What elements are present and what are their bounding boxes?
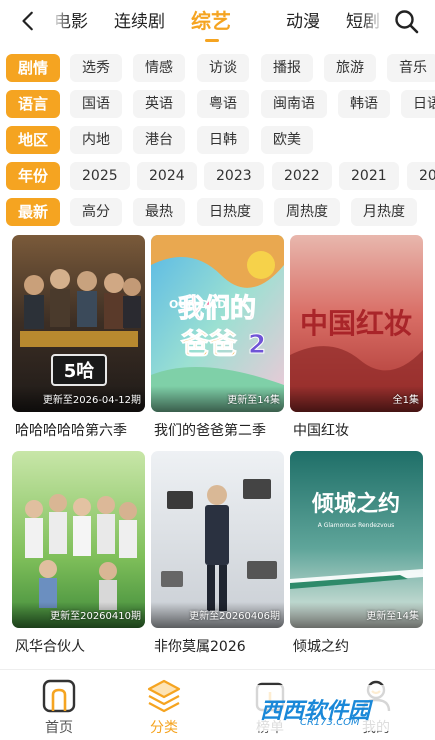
- filter-option[interactable]: 粤语: [197, 90, 249, 118]
- show-card[interactable]: 中国红妆 全1集 中国红妆: [290, 235, 423, 439]
- show-title[interactable]: 倾城之约: [293, 636, 349, 656]
- show-poster[interactable]: 5哈 更新至2026-04-12期: [12, 235, 145, 412]
- update-badge: 更新至14集: [227, 395, 280, 406]
- show-title[interactable]: 风华合伙人: [15, 636, 85, 656]
- show-poster[interactable]: 中国红妆 全1集: [290, 235, 423, 412]
- poster-title-art: 倾城之约: [311, 491, 400, 517]
- filter-option[interactable]: 国语: [70, 90, 122, 118]
- filter-row-region: 地区 内地 港台 日韩 欧美: [0, 125, 435, 157]
- update-badge: 更新至20260406期: [189, 611, 280, 622]
- update-badge: 全1集: [392, 395, 419, 406]
- show-card[interactable]: OUR DAD 我们的 爸爸 2 更新至14集 我们的爸爸第二季: [151, 235, 284, 439]
- filter-option[interactable]: 旅游: [324, 54, 376, 82]
- show-card[interactable]: 5哈 更新至2026-04-12期 哈哈哈哈哈第六季: [12, 235, 145, 439]
- show-card[interactable]: 更新至20260406期 非你莫属2026: [151, 451, 284, 655]
- show-card[interactable]: 倾城之约 A Glamorous Rendezvous 更新至14集 倾城之约: [290, 451, 423, 655]
- tabs-fade-right: [362, 0, 384, 44]
- filter-option[interactable]: 2020: [407, 162, 435, 190]
- filter-option[interactable]: 访谈: [197, 54, 249, 82]
- filter-option[interactable]: 日韩: [197, 126, 249, 154]
- show-poster[interactable]: 倾城之约 A Glamorous Rendezvous 更新至14集: [290, 451, 423, 628]
- filter-label-genre[interactable]: 剧情: [6, 54, 60, 82]
- back-arrow-icon: [22, 11, 33, 31]
- tab-series[interactable]: 连续剧: [114, 11, 165, 33]
- poster-title-art: 中国红妆: [300, 307, 412, 340]
- filter-option[interactable]: 内地: [70, 126, 122, 154]
- poster-title-line2: 爸爸: [180, 327, 237, 360]
- filter-option[interactable]: 2021: [339, 162, 399, 190]
- filter-option[interactable]: 高分: [70, 198, 122, 226]
- filter-option[interactable]: 韩语: [338, 90, 390, 118]
- update-badge: 更新至14集: [366, 611, 419, 622]
- filter-option[interactable]: 2025: [70, 162, 130, 190]
- poster-subtitle-art: A Glamorous Rendezvous: [318, 522, 395, 529]
- filter-label-sort[interactable]: 最新: [6, 198, 60, 226]
- filter-option[interactable]: 港台: [133, 126, 185, 154]
- nav-category-label: 分类: [150, 720, 178, 736]
- show-title[interactable]: 中国红妆: [293, 420, 349, 440]
- home-icon: [42, 679, 76, 713]
- nav-home-label: 首页: [45, 720, 73, 736]
- filter-label-year[interactable]: 年份: [6, 162, 60, 190]
- filter-option[interactable]: 最热: [133, 198, 185, 226]
- filter-option[interactable]: 音乐: [387, 54, 435, 82]
- nav-home[interactable]: 首页: [14, 670, 104, 740]
- poster-title-num: 2: [248, 330, 266, 360]
- watermark-subtext: CR173.COM: [300, 717, 360, 728]
- filter-option[interactable]: 2022: [272, 162, 332, 190]
- back-button[interactable]: [18, 8, 48, 36]
- top-bar: 电影 连续剧 综艺 动漫 短剧 纪: [0, 0, 435, 44]
- poster-title-line1: 我们的: [178, 293, 256, 324]
- category-layers-icon: [147, 679, 181, 713]
- show-poster[interactable]: 更新至20260410期: [12, 451, 145, 628]
- show-title[interactable]: 哈哈哈哈哈第六季: [15, 420, 127, 440]
- filter-row-year: 年份 2025 2024 2023 2022 2021 2020: [0, 161, 435, 193]
- show-poster[interactable]: 更新至20260406期: [151, 451, 284, 628]
- show-title[interactable]: 非你莫属2026: [154, 636, 246, 656]
- filter-option[interactable]: 闽南语: [261, 90, 327, 118]
- filter-row-language: 语言 国语 英语 粤语 闽南语 韩语 日语: [0, 89, 435, 121]
- filter-label-language[interactable]: 语言: [6, 90, 60, 118]
- tab-anime[interactable]: 动漫: [286, 11, 320, 33]
- tab-variety[interactable]: 综艺: [191, 8, 231, 34]
- show-card[interactable]: 更新至20260410期 风华合伙人: [12, 451, 145, 655]
- active-tab-indicator: [205, 39, 219, 42]
- filter-option[interactable]: 2023: [204, 162, 264, 190]
- filter-option[interactable]: 日语: [401, 90, 435, 118]
- search-icon: [395, 10, 419, 34]
- show-poster[interactable]: OUR DAD 我们的 爸爸 2 更新至14集: [151, 235, 284, 412]
- filter-option[interactable]: 欧美: [261, 126, 313, 154]
- filter-option[interactable]: 日热度: [197, 198, 263, 226]
- filter-option[interactable]: 2024: [137, 162, 197, 190]
- filter-row-sort: 最新 高分 最热 日热度 周热度 月热度: [0, 197, 435, 229]
- tabs-fade-left: [52, 0, 70, 44]
- filter-label-region[interactable]: 地区: [6, 126, 60, 154]
- filter-option[interactable]: 月热度: [351, 198, 417, 226]
- category-tabs: 电影 连续剧 综艺 动漫 短剧 纪: [52, 0, 384, 44]
- update-badge: 更新至20260410期: [50, 611, 141, 622]
- filter-option[interactable]: 情感: [133, 54, 185, 82]
- filter-option[interactable]: 播报: [261, 54, 313, 82]
- filter-option[interactable]: 周热度: [274, 198, 340, 226]
- filter-row-genre: 剧情 选秀 情感 访谈 播报 旅游 音乐: [0, 53, 435, 85]
- update-badge: 更新至2026-04-12期: [42, 395, 141, 406]
- filter-option[interactable]: 选秀: [70, 54, 122, 82]
- show-title[interactable]: 我们的爸爸第二季: [154, 420, 266, 440]
- search-button[interactable]: [392, 7, 422, 37]
- poster-badge-text: 5哈: [64, 360, 95, 382]
- filter-option[interactable]: 英语: [133, 90, 185, 118]
- nav-category[interactable]: 分类: [119, 670, 209, 740]
